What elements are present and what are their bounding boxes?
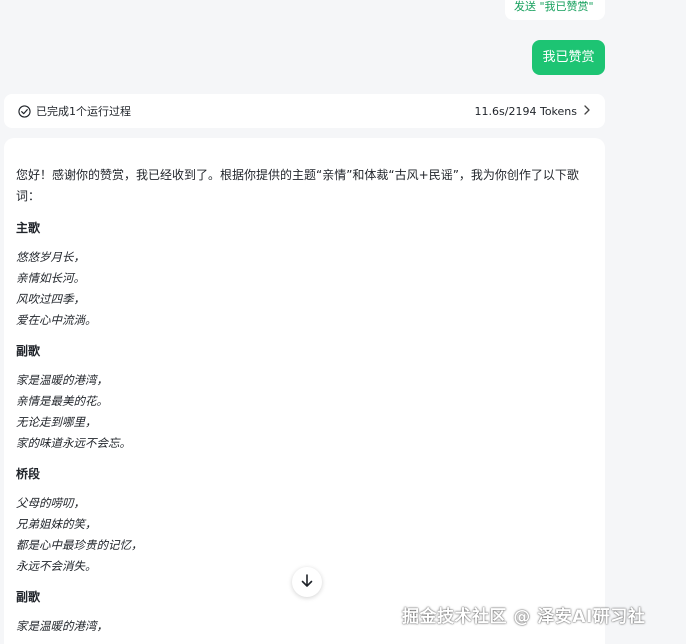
arrow-down-icon <box>301 573 313 592</box>
lyric-line: 家是温暖的港湾， <box>16 619 108 633</box>
watermark: 掘金技术社区 @ 泽安AI研习社 <box>402 607 646 627</box>
lyric-line: 永远不会消失。 <box>16 559 97 573</box>
section-heading: 副歌 <box>16 344 41 358</box>
lyric-line: 父母的唠叨， <box>16 496 85 510</box>
lyric-line: 风吹过四季， <box>16 292 85 306</box>
section-heading: 主歌 <box>16 221 41 235</box>
run-process-bar[interactable]: 已完成1个运行过程 11.6s/2194 Tokens <box>4 94 605 128</box>
lyric-line: 家是温暖的港湾， <box>16 373 108 387</box>
section-heading: 副歌 <box>16 590 41 604</box>
lyric-line: 都是心中最珍贵的记忆， <box>16 538 143 552</box>
lyric-line: 无论走到哪里， <box>16 415 97 429</box>
lyric-line: 悠悠岁月长， <box>16 250 85 264</box>
send-hint: 发送 "我已赞赏" <box>505 0 605 20</box>
lyric-line: 爱在心中流淌。 <box>16 313 97 327</box>
user-message-bubble: 我已赞赏 <box>532 40 605 75</box>
chevron-right-icon[interactable] <box>583 104 591 118</box>
lyric-line: 家的味道永远不会忘。 <box>16 436 131 450</box>
run-process-label: 已完成1个运行过程 <box>36 105 131 118</box>
check-circle-icon <box>16 103 32 119</box>
lyric-line: 兄弟姐妹的笑， <box>16 517 97 531</box>
section-heading: 桥段 <box>16 467 41 481</box>
lyric-line: 亲情是最美的花。 <box>16 394 108 408</box>
run-stats: 11.6s/2194 Tokens <box>474 104 577 118</box>
lyric-line: 亲情如长河。 <box>16 271 85 285</box>
scroll-to-bottom-button[interactable] <box>292 567 322 597</box>
reply-intro: 您好！感谢你的赞赏，我已经收到了。根据你提供的主题“亲情”和体裁“古风+民谣”，… <box>16 168 579 203</box>
